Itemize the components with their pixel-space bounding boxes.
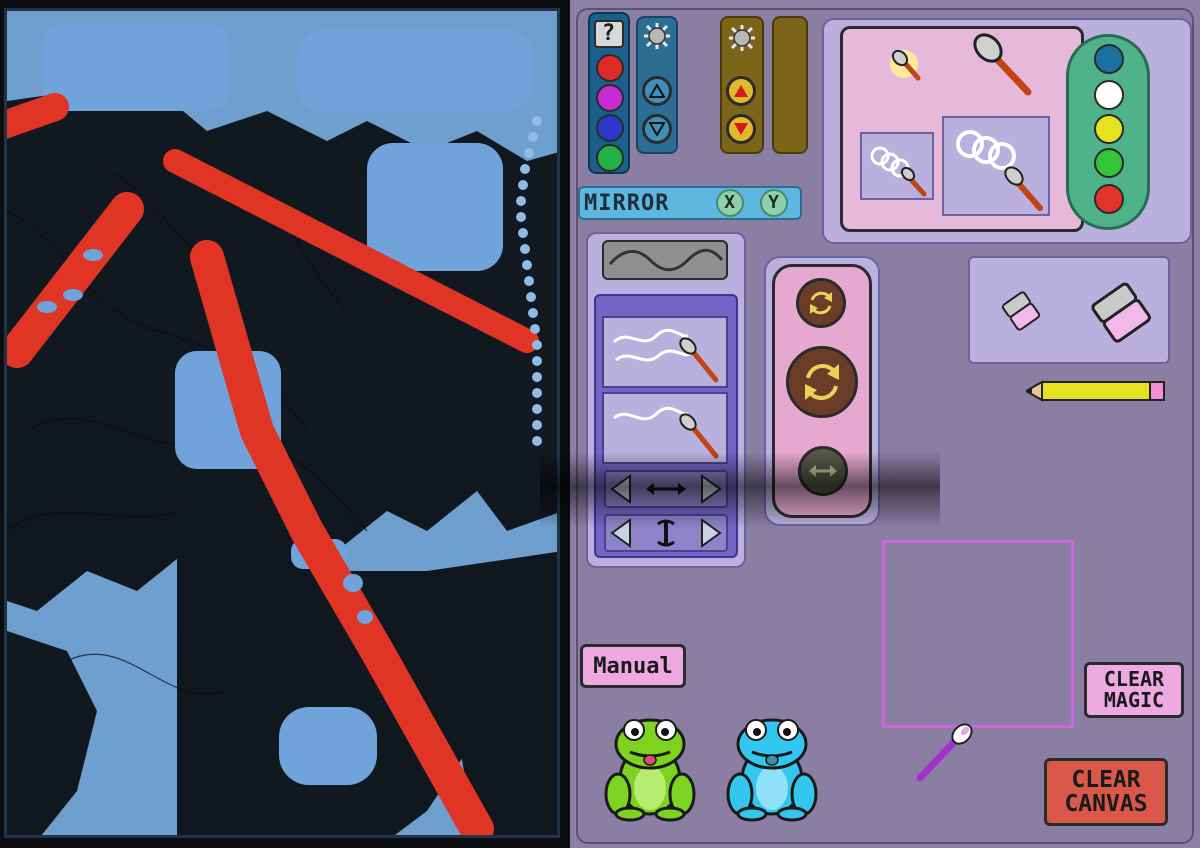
canvas-artwork [7,23,557,835]
mirror-x-button[interactable]: X [716,189,744,217]
color-swatch-red[interactable] [596,54,624,82]
color-swatch-teal[interactable] [1094,44,1124,74]
empty-slot [772,16,808,154]
triangle-down-icon [649,122,665,136]
size-down-button[interactable] [726,114,756,144]
color-swatch-yellow[interactable] [1094,114,1124,144]
color-swatch-green[interactable] [596,144,624,172]
arrow-down-icon [734,123,748,135]
large-spiral-brush-button[interactable] [942,116,1050,216]
clear-canvas-line1: CLEAR [1071,766,1141,793]
size-up-button[interactable] [726,76,756,106]
rotate-icon [810,291,832,315]
shade-down-button[interactable] [642,114,672,144]
drawing-canvas[interactable] [4,8,560,838]
clear-canvas-line2: CANVAS [1064,791,1148,817]
brightness-icon[interactable] [643,22,671,50]
drawing-area [0,0,570,848]
manual-button[interactable]: Manual [580,644,686,688]
flip-icon [809,465,837,477]
help-button[interactable]: ? [594,20,624,48]
mirror-y-label: Y [768,192,780,213]
rotate-large-button[interactable] [786,346,858,418]
brush-icon [916,723,973,782]
green-frog-button[interactable] [600,708,700,822]
rotate-icon [805,363,839,401]
rotate-small-button[interactable] [796,278,846,328]
vertical-spacing-control [604,514,728,552]
wave-preview[interactable] [602,240,728,280]
mirror-bar: MIRROR X Y [578,186,802,220]
brush-icon [973,33,1032,96]
color-swatch-green[interactable] [1094,148,1124,178]
horizontal-arrows-icon [646,483,686,495]
clear-magic-line1: CLEAR [1103,667,1165,691]
clear-magic-line2: MAGIC [1103,688,1165,712]
large-eraser-button[interactable] [1088,278,1156,346]
horizontal-spacing-control [604,470,728,508]
wave-brush-button-1[interactable] [602,316,728,388]
wave-brush-icon [612,328,719,383]
help-button-label: ? [601,21,617,46]
color-swatch-blue[interactable] [596,114,624,142]
spiral-brush-icon [870,146,927,197]
manual-button-label: Manual [593,653,673,679]
brightness-icon[interactable] [728,24,756,52]
large-brush-button[interactable] [968,30,1038,100]
brush-icon [890,49,921,81]
frog-icon [604,718,696,822]
blue-frog-button[interactable] [722,708,822,822]
wave-brush-icon [613,406,719,459]
spiral-brush-icon [956,130,1043,211]
clear-magic-button[interactable]: CLEAR MAGIC [1084,662,1184,718]
shade-up-button[interactable] [642,76,672,106]
small-eraser-button[interactable] [998,288,1044,334]
wave-icon [608,248,724,272]
triangle-right-icon [701,518,722,548]
frog-icon [726,718,818,822]
brush-cursor [910,720,980,786]
clear-canvas-button[interactable]: CLEAR CANVAS [1044,758,1168,826]
triangle-up-icon [649,84,665,98]
eraser-icon [1091,282,1151,343]
eraser-icon [1001,291,1041,331]
pencil-icon[interactable] [1023,378,1168,404]
vertical-arrows-icon [657,519,675,547]
arrow-up-icon [734,85,748,97]
stamp-preview-box[interactable] [882,540,1074,728]
mirror-x-label: X [724,192,736,213]
mirror-label: MIRROR [584,191,670,216]
triangle-left-icon [610,518,631,548]
mirror-y-button[interactable]: Y [760,189,788,217]
small-spiral-brush-button[interactable] [860,132,934,200]
wave-brush-button-2[interactable] [602,392,728,464]
triangle-right-icon [701,474,722,504]
flip-button[interactable] [798,446,848,496]
color-swatch-white[interactable] [1094,80,1124,110]
small-brush-button[interactable] [884,44,928,88]
color-swatch-red[interactable] [1094,184,1124,214]
triangle-left-icon [610,474,631,504]
color-swatch-magenta[interactable] [596,84,624,112]
